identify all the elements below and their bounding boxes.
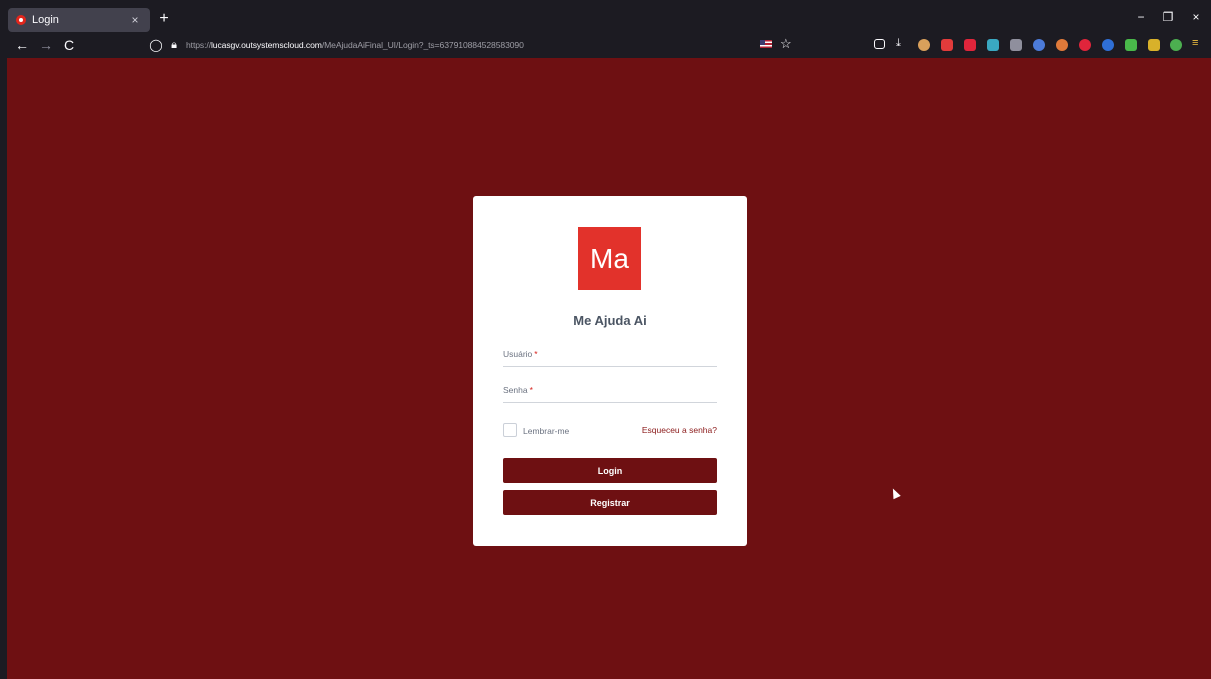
forward-button[interactable]: →: [36, 36, 56, 54]
login-button[interactable]: Login: [503, 458, 717, 483]
extension-grid-icon[interactable]: [987, 39, 999, 51]
tracking-shield-icon[interactable]: ◯: [148, 38, 164, 52]
address-bar[interactable]: ◯ 🔒︎ https://lucasgv.outsystemscloud.com…: [148, 34, 804, 56]
extension-globe-icon[interactable]: [1102, 39, 1114, 51]
extension-download-green-icon[interactable]: [1125, 39, 1137, 51]
restore-button[interactable]: ❐: [1156, 10, 1180, 24]
app-name: Me Ajuda Ai: [573, 313, 647, 328]
pocket-icon[interactable]: [874, 39, 885, 49]
extension-record-icon[interactable]: [1079, 39, 1091, 51]
forgot-password-link[interactable]: Esqueceu a senha?: [642, 425, 717, 435]
url-text[interactable]: https://lucasgv.outsystemscloud.com/MeAj…: [186, 40, 524, 50]
extension-green-icon[interactable]: [1170, 39, 1182, 51]
tab-close-icon[interactable]: ×: [128, 13, 142, 27]
extension-new-icon[interactable]: [941, 39, 953, 51]
reload-button[interactable]: C: [59, 36, 79, 54]
extension-red-icon[interactable]: [964, 39, 976, 51]
site-favicon-icon: [16, 15, 26, 25]
password-input[interactable]: [503, 383, 717, 403]
bookmark-star-icon[interactable]: ☆: [780, 36, 792, 52]
navigation-bar: ← → C ◯ 🔒︎ https://lucasgv.outsystemsclo…: [0, 34, 1211, 58]
page-content: Ma Me Ajuda Ai Usuário * Senha * Lembrar-m…: [7, 58, 1211, 679]
extension-cookie-icon[interactable]: [918, 39, 930, 51]
remember-label[interactable]: Lembrar-me: [523, 426, 569, 436]
remember-row: Lembrar-me Esqueceu a senha?: [503, 423, 717, 439]
translate-flag-icon[interactable]: [760, 40, 772, 48]
remember-checkbox[interactable]: [503, 423, 517, 437]
extension-notion-icon[interactable]: [1010, 39, 1022, 51]
browser-window: Login × + − ❐ × ← → C ◯ 🔒︎ https://lucas…: [0, 0, 1211, 679]
lock-icon[interactable]: 🔒︎: [168, 39, 180, 52]
password-field[interactable]: Senha *: [503, 383, 717, 403]
close-window-button[interactable]: ×: [1184, 10, 1208, 24]
tab-login[interactable]: Login ×: [8, 8, 150, 32]
username-input[interactable]: [503, 347, 717, 367]
tab-title: Login: [32, 14, 59, 26]
username-field[interactable]: Usuário *: [503, 347, 717, 367]
tab-strip: Login × + − ❐ ×: [0, 6, 1211, 34]
minimize-button[interactable]: −: [1129, 10, 1153, 24]
overflow-menu-icon[interactable]: ≡: [1192, 37, 1204, 49]
new-tab-button[interactable]: +: [154, 10, 174, 28]
extension-tools-icon[interactable]: [1148, 39, 1160, 51]
register-button[interactable]: Registrar: [503, 490, 717, 515]
downloads-icon[interactable]: ⤓: [896, 37, 908, 49]
back-button[interactable]: ←: [12, 36, 32, 54]
app-logo: Ma: [578, 227, 641, 290]
extension-palette-icon[interactable]: [1056, 39, 1068, 51]
extension-blue-icon[interactable]: [1033, 39, 1045, 51]
login-card: Ma Me Ajuda Ai Usuário * Senha * Lembrar-m…: [473, 196, 747, 546]
